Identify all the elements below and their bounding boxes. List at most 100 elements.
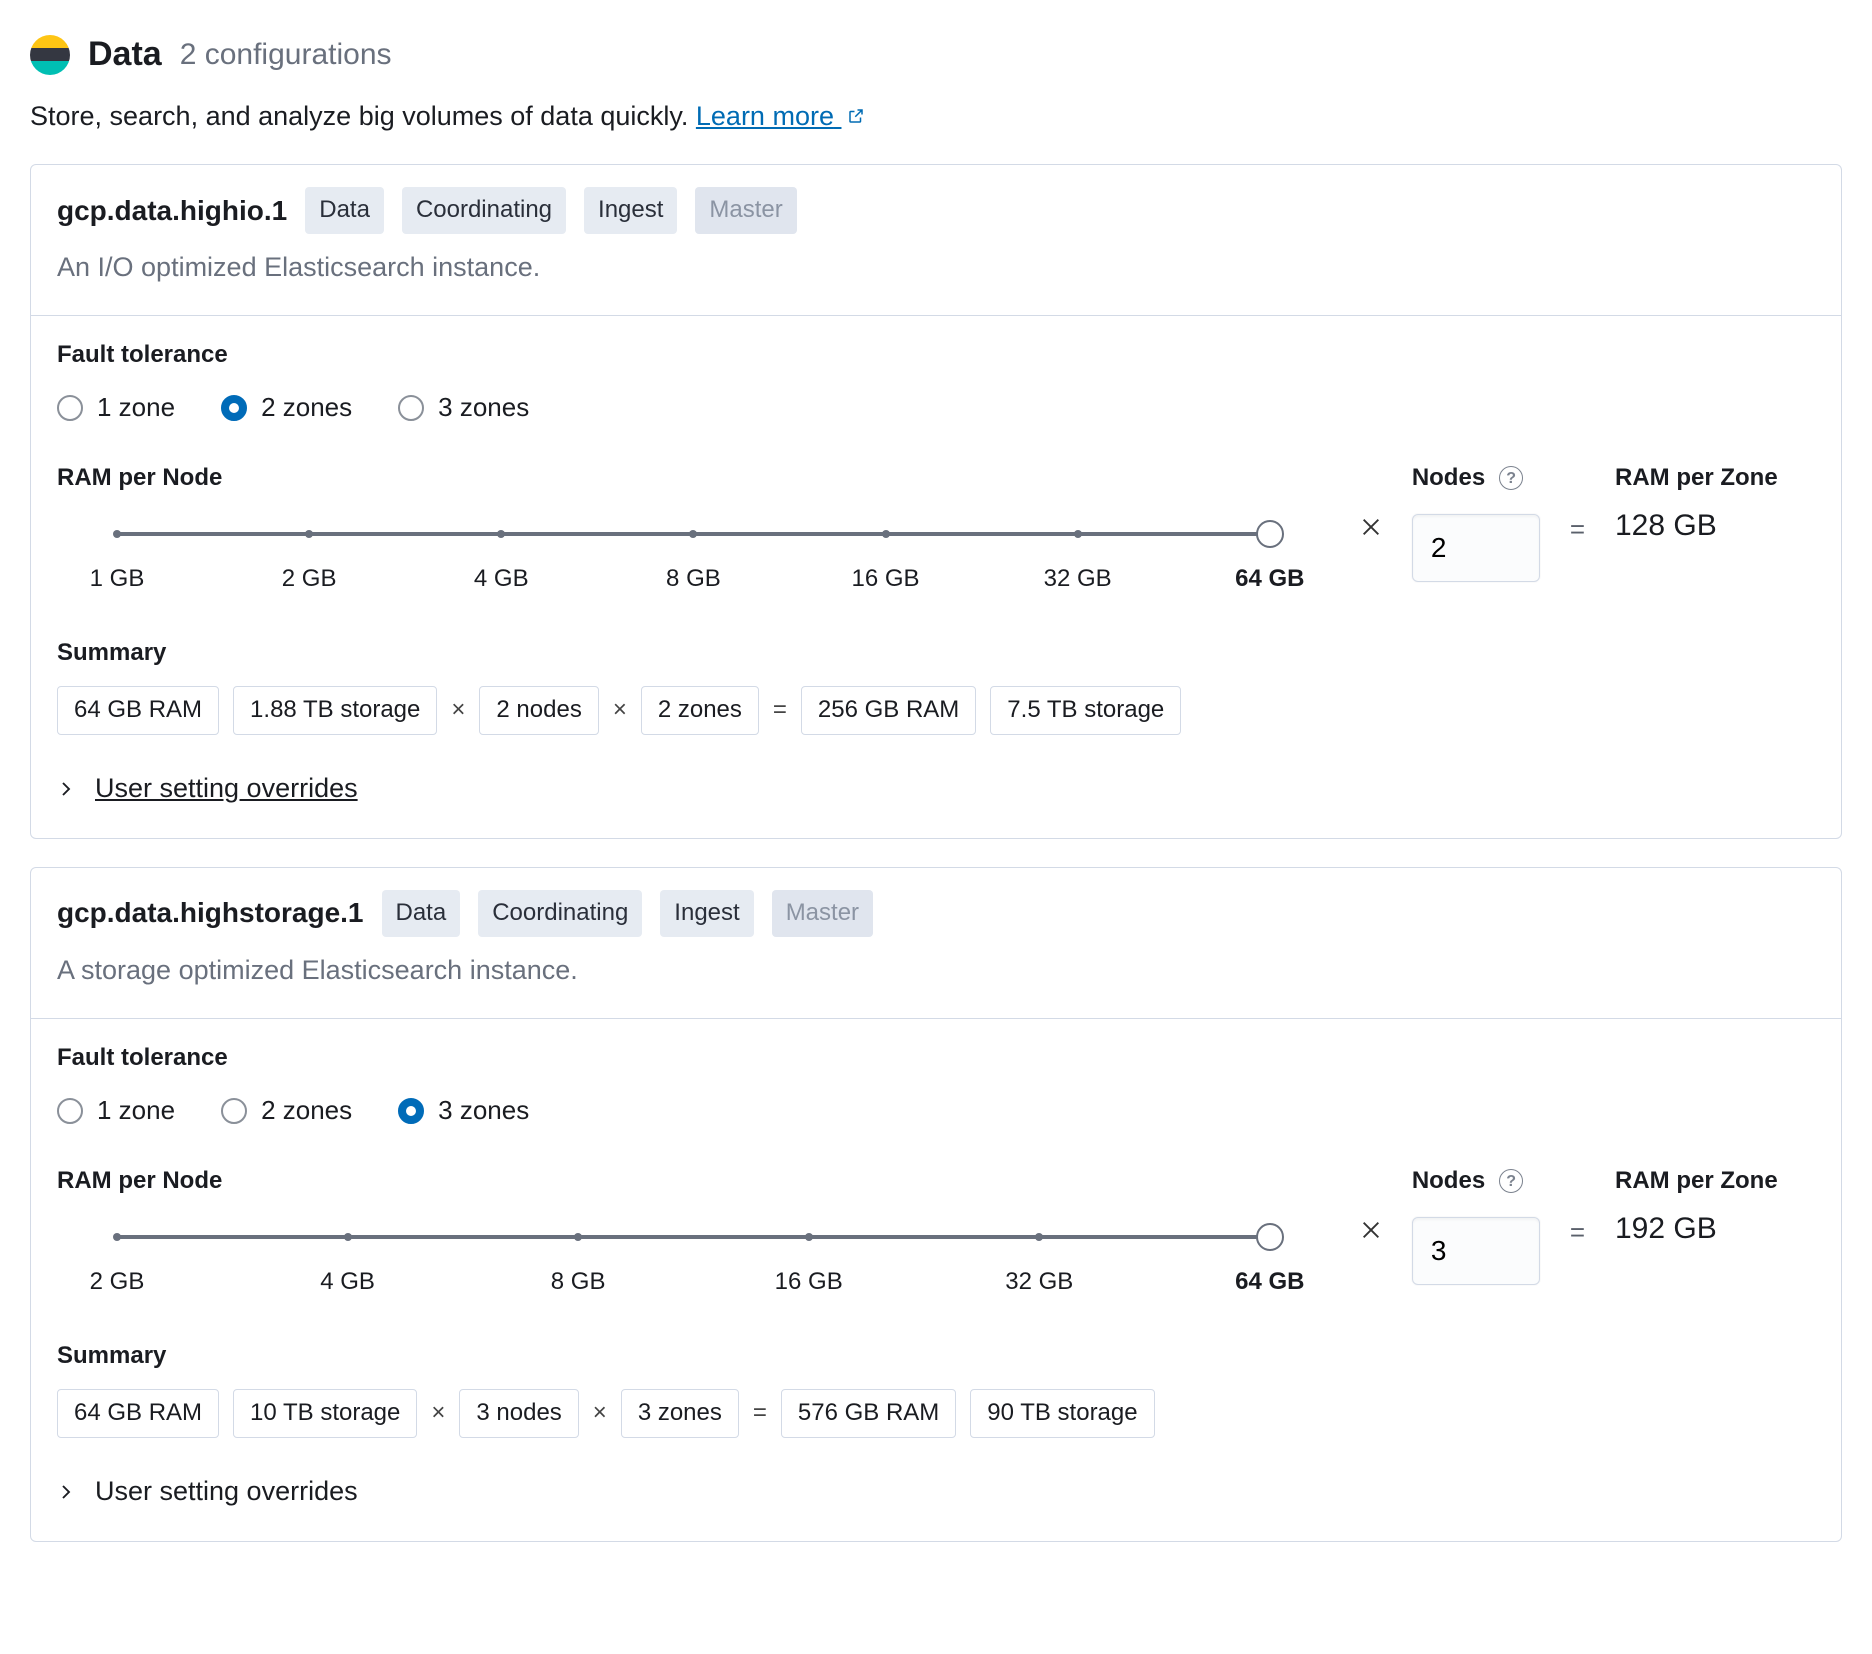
instance-description: An I/O optimized Elasticsearch instance. (57, 248, 1815, 287)
role-badge-data: Data (305, 187, 384, 234)
times-symbol: × (431, 1396, 445, 1431)
zone-radio-3[interactable]: 3 zones (398, 389, 529, 427)
equals-symbol: = (753, 1396, 767, 1431)
times-operator (1360, 1164, 1382, 1252)
ram-per-node-label: RAM per Node (57, 461, 1330, 496)
ram-per-zone-label: RAM per Zone (1615, 461, 1815, 496)
summary-label: Summary (57, 636, 1815, 671)
role-badge-ingest: Ingest (584, 187, 677, 234)
summary-storage: 10 TB storage (233, 1389, 417, 1438)
slider-tick-label: 16 GB (775, 1265, 843, 1300)
elastic-logo-icon (30, 35, 70, 75)
summary-ram: 64 GB RAM (57, 686, 219, 735)
role-badge-ingest: Ingest (660, 890, 753, 937)
summary-total-storage: 7.5 TB storage (990, 686, 1181, 735)
instance-name: gcp.data.highstorage.1 (57, 893, 364, 934)
user-overrides-label: User setting overrides (95, 769, 358, 808)
user-overrides-toggle[interactable]: User setting overrides (57, 769, 1815, 808)
zone-radio-1[interactable]: 1 zone (57, 1092, 175, 1130)
zone-radio-group: 1 zone 2 zones 3 zones (57, 1092, 1815, 1130)
instance-name: gcp.data.highio.1 (57, 191, 287, 232)
summary-ram: 64 GB RAM (57, 1389, 219, 1438)
radio-icon (398, 1098, 424, 1124)
summary-total-ram: 256 GB RAM (801, 686, 976, 735)
slider-tick-label: 32 GB (1005, 1265, 1073, 1300)
page-header: Data 2 configurations (30, 30, 1842, 79)
ram-per-zone-value: 128 GB (1615, 504, 1815, 548)
role-badge-coordinating: Coordinating (478, 890, 642, 937)
summary-zones: 2 zones (641, 686, 759, 735)
instance-panel: gcp.data.highstorage.1 Data Coordinating I… (30, 867, 1842, 1542)
zone-radio-label: 2 zones (261, 1092, 352, 1130)
slider-tick-label: 4 GB (320, 1265, 375, 1300)
role-badge-coordinating: Coordinating (402, 187, 566, 234)
close-x-icon (1360, 1217, 1382, 1247)
equals-operator: = (1570, 1164, 1585, 1252)
summary-total-storage: 90 TB storage (970, 1389, 1154, 1438)
zone-radio-group: 1 zone 2 zones 3 zones (57, 389, 1815, 427)
summary-nodes: 2 nodes (479, 686, 598, 735)
user-overrides-label: User setting overrides (95, 1472, 358, 1511)
help-icon[interactable]: ? (1499, 466, 1523, 490)
slider-tick-label: 1 GB (90, 562, 145, 597)
role-badge-data: Data (382, 890, 461, 937)
radio-icon (57, 1098, 83, 1124)
times-symbol: × (613, 693, 627, 728)
zone-radio-label: 2 zones (261, 389, 352, 427)
nodes-input[interactable] (1412, 1217, 1540, 1285)
learn-more-link[interactable]: Learn more (696, 101, 866, 131)
fault-tolerance-label: Fault tolerance (57, 1041, 1815, 1076)
ram-slider[interactable]: 2 GB 4 GB 8 GB 16 GB 32 GB 64 GB (57, 1215, 1330, 1309)
slider-tick-label: 4 GB (474, 562, 529, 597)
zone-radio-label: 1 zone (97, 1092, 175, 1130)
radio-icon (398, 395, 424, 421)
instance-description: A storage optimized Elasticsearch instan… (57, 951, 1815, 990)
equals-symbol: = (773, 693, 787, 728)
times-symbol: × (593, 1396, 607, 1431)
role-badge-master: Master (772, 890, 873, 937)
help-icon[interactable]: ? (1499, 1169, 1523, 1193)
page-description: Store, search, and analyze big volumes o… (30, 101, 688, 131)
chevron-right-icon (57, 1481, 75, 1503)
radio-icon (57, 395, 83, 421)
slider-tick-label: 64 GB (1235, 562, 1304, 597)
summary-nodes: 3 nodes (459, 1389, 578, 1438)
external-link-icon (847, 97, 865, 136)
slider-handle[interactable] (1256, 520, 1284, 548)
learn-more-text: Learn more (696, 101, 834, 131)
ram-per-zone-label: RAM per Zone (1615, 1164, 1815, 1199)
slider-tick-label: 8 GB (666, 562, 721, 597)
radio-icon (221, 395, 247, 421)
slider-tick-label: 8 GB (551, 1265, 606, 1300)
summary-zones: 3 zones (621, 1389, 739, 1438)
summary-row: 64 GB RAM 1.88 TB storage × 2 nodes × 2 … (57, 686, 1815, 735)
slider-tick-label: 2 GB (90, 1265, 145, 1300)
chevron-right-icon (57, 778, 75, 800)
slider-handle[interactable] (1256, 1223, 1284, 1251)
ram-per-zone-value: 192 GB (1615, 1207, 1815, 1251)
slider-tick-label: 2 GB (282, 562, 337, 597)
zone-radio-label: 3 zones (438, 389, 529, 427)
zone-radio-1[interactable]: 1 zone (57, 389, 175, 427)
zone-radio-2[interactable]: 2 zones (221, 1092, 352, 1130)
instance-panel: gcp.data.highio.1 Data Coordinating Ingest… (30, 164, 1842, 839)
zone-radio-label: 3 zones (438, 1092, 529, 1130)
summary-row: 64 GB RAM 10 TB storage × 3 nodes × 3 zo… (57, 1389, 1815, 1438)
summary-storage: 1.88 TB storage (233, 686, 437, 735)
zone-radio-2[interactable]: 2 zones (221, 389, 352, 427)
radio-icon (221, 1098, 247, 1124)
times-symbol: × (451, 693, 465, 728)
user-overrides-toggle[interactable]: User setting overrides (57, 1472, 1815, 1511)
nodes-label: Nodes (1412, 461, 1485, 496)
ram-slider[interactable]: 1 GB2 GB4 GB8 GB16 GB32 GB64 GB (57, 512, 1330, 606)
close-x-icon (1360, 514, 1382, 544)
nodes-input[interactable] (1412, 514, 1540, 582)
slider-tick-label: 16 GB (852, 562, 920, 597)
page-description-line: Store, search, and analyze big volumes o… (30, 97, 1842, 136)
zone-radio-3[interactable]: 3 zones (398, 1092, 529, 1130)
role-badge-master: Master (695, 187, 796, 234)
zone-radio-label: 1 zone (97, 389, 175, 427)
times-operator (1360, 461, 1382, 549)
ram-per-node-label: RAM per Node (57, 1164, 1330, 1199)
slider-tick-label: 64 GB (1235, 1265, 1304, 1300)
